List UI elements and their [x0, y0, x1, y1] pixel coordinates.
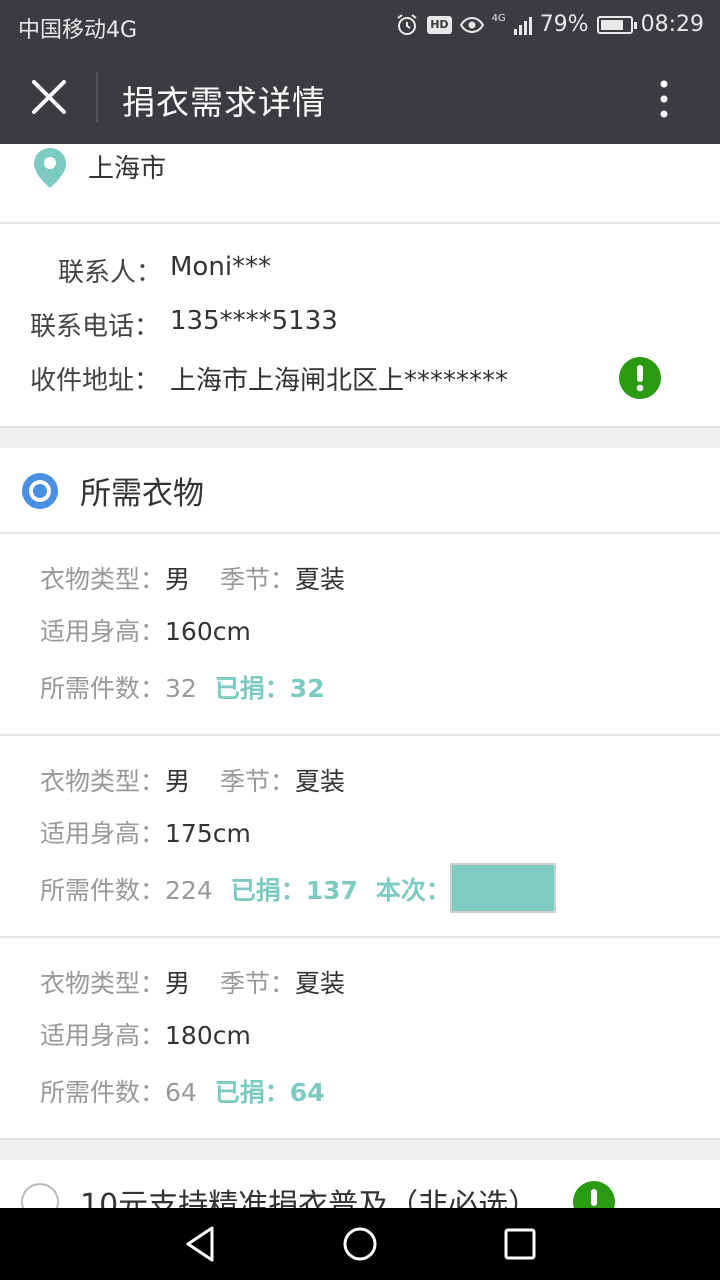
eye-icon — [459, 16, 484, 33]
clothing-item: 衣物类型：男 季节：夏装 适用身高：160cm 所需件数：32 已捐：32 — [0, 534, 720, 736]
height-label: 适用身高： — [40, 617, 166, 646]
contact-phone-value: 135****5133 — [170, 306, 338, 336]
season-label: 季节： — [219, 767, 295, 796]
season-value: 夏装 — [295, 969, 346, 998]
item-qty-line: 所需件数：64 已捐：64 — [40, 1073, 325, 1109]
contact-address-label: 收件地址： — [30, 366, 161, 396]
nav-bar: 捐衣需求详情 — [0, 50, 720, 144]
battery-fill — [600, 19, 623, 30]
support-option-label: 10元支持精准捐衣普及（非必选） — [80, 1188, 539, 1208]
radio-selected-icon[interactable] — [20, 471, 60, 511]
height-value: 175cm — [165, 819, 251, 848]
network-type: 4G — [491, 13, 506, 24]
support-option-row[interactable]: 10元支持精准捐衣普及（非必选） — [0, 1160, 720, 1208]
this-time-quantity-input[interactable] — [450, 863, 556, 913]
signal-icon — [513, 15, 532, 35]
season-label: 季节： — [219, 565, 295, 594]
season-value: 夏装 — [295, 767, 346, 796]
contact-info: 联系人： Moni*** 联系电话： 135****5133 收件地址： 上海市… — [0, 224, 720, 424]
recents-icon[interactable] — [500, 1224, 540, 1264]
type-value: 男 — [165, 969, 191, 998]
item-height-line: 适用身高：160cm — [40, 612, 251, 648]
location-row: 上海市 — [0, 144, 720, 224]
location-city: 上海市 — [88, 154, 167, 184]
contact-person-value: Moni*** — [170, 252, 272, 282]
item-type-line: 衣物类型：男 季节：夏装 — [40, 964, 345, 1000]
qty-value: 32 — [165, 674, 197, 703]
exclamation-icon[interactable] — [618, 356, 662, 400]
donated-label: 已捐： — [214, 674, 290, 703]
qty-value: 64 — [165, 1078, 197, 1107]
status-bar: 中国移动4G HD 4G 79% 08:29 — [0, 0, 720, 50]
close-icon[interactable] — [26, 74, 72, 120]
donated-label: 已捐： — [230, 876, 306, 905]
item-height-line: 适用身高：180cm — [40, 1016, 251, 1052]
height-value: 180cm — [165, 1021, 251, 1050]
contact-address-value: 上海市上海闸北区上******** — [170, 366, 509, 396]
carrier-label: 中国移动4G — [18, 18, 138, 43]
radio-unselected-icon[interactable] — [20, 1182, 60, 1208]
required-clothes-header[interactable]: 所需衣物 — [0, 448, 720, 534]
type-value: 男 — [165, 767, 191, 796]
qty-value: 224 — [165, 876, 213, 905]
qty-label: 所需件数： — [40, 674, 166, 703]
qty-label: 所需件数： — [40, 876, 166, 905]
type-label: 衣物类型： — [40, 969, 166, 998]
donated-value: 64 — [289, 1078, 325, 1107]
exclamation-icon[interactable] — [572, 1180, 616, 1208]
type-value: 男 — [165, 565, 191, 594]
home-icon[interactable] — [340, 1224, 380, 1264]
donated-label: 已捐： — [214, 1078, 290, 1107]
item-qty-line: 所需件数：224 已捐：137 本次： — [40, 871, 451, 907]
back-icon[interactable] — [182, 1224, 222, 1264]
season-value: 夏装 — [295, 565, 346, 594]
alarm-icon — [397, 13, 417, 35]
clothing-item: 衣物类型：男 季节：夏装 适用身高：175cm 所需件数：224 已捐：137 … — [0, 736, 720, 938]
item-type-line: 衣物类型：男 季节：夏装 — [40, 560, 345, 596]
donated-value: 137 — [305, 876, 358, 905]
nav-divider — [96, 72, 98, 122]
section-title: 所需衣物 — [80, 476, 204, 512]
clock: 08:29 — [640, 12, 704, 37]
item-height-line: 适用身高：175cm — [40, 814, 251, 850]
donated-value: 32 — [289, 674, 325, 703]
contact-phone-label: 联系电话： — [30, 312, 161, 342]
page-title: 捐衣需求详情 — [122, 83, 326, 122]
status-icons: HD 4G 79% 08:29 — [395, 12, 704, 37]
android-nav-bar — [0, 1208, 720, 1280]
height-value: 160cm — [165, 617, 251, 646]
type-label: 衣物类型： — [40, 767, 166, 796]
section-divider — [0, 1138, 720, 1160]
this-time-label: 本次： — [375, 876, 451, 905]
more-vertical-icon[interactable] — [644, 76, 684, 122]
battery-percent: 79% — [539, 12, 589, 37]
hd-icon: HD — [427, 15, 452, 34]
item-qty-line: 所需件数：32 已捐：32 — [40, 669, 325, 705]
qty-label: 所需件数： — [40, 1078, 166, 1107]
type-label: 衣物类型： — [40, 565, 166, 594]
item-type-line: 衣物类型：男 季节：夏装 — [40, 762, 345, 798]
section-divider — [0, 426, 720, 450]
height-label: 适用身高： — [40, 819, 166, 848]
clothing-item: 衣物类型：男 季节：夏装 适用身高：180cm 所需件数：64 已捐：64 — [0, 938, 720, 1140]
map-pin-icon — [34, 148, 66, 188]
season-label: 季节： — [219, 969, 295, 998]
height-label: 适用身高： — [40, 1021, 166, 1050]
contact-person-label: 联系人： — [58, 258, 163, 288]
battery-icon — [596, 15, 637, 34]
